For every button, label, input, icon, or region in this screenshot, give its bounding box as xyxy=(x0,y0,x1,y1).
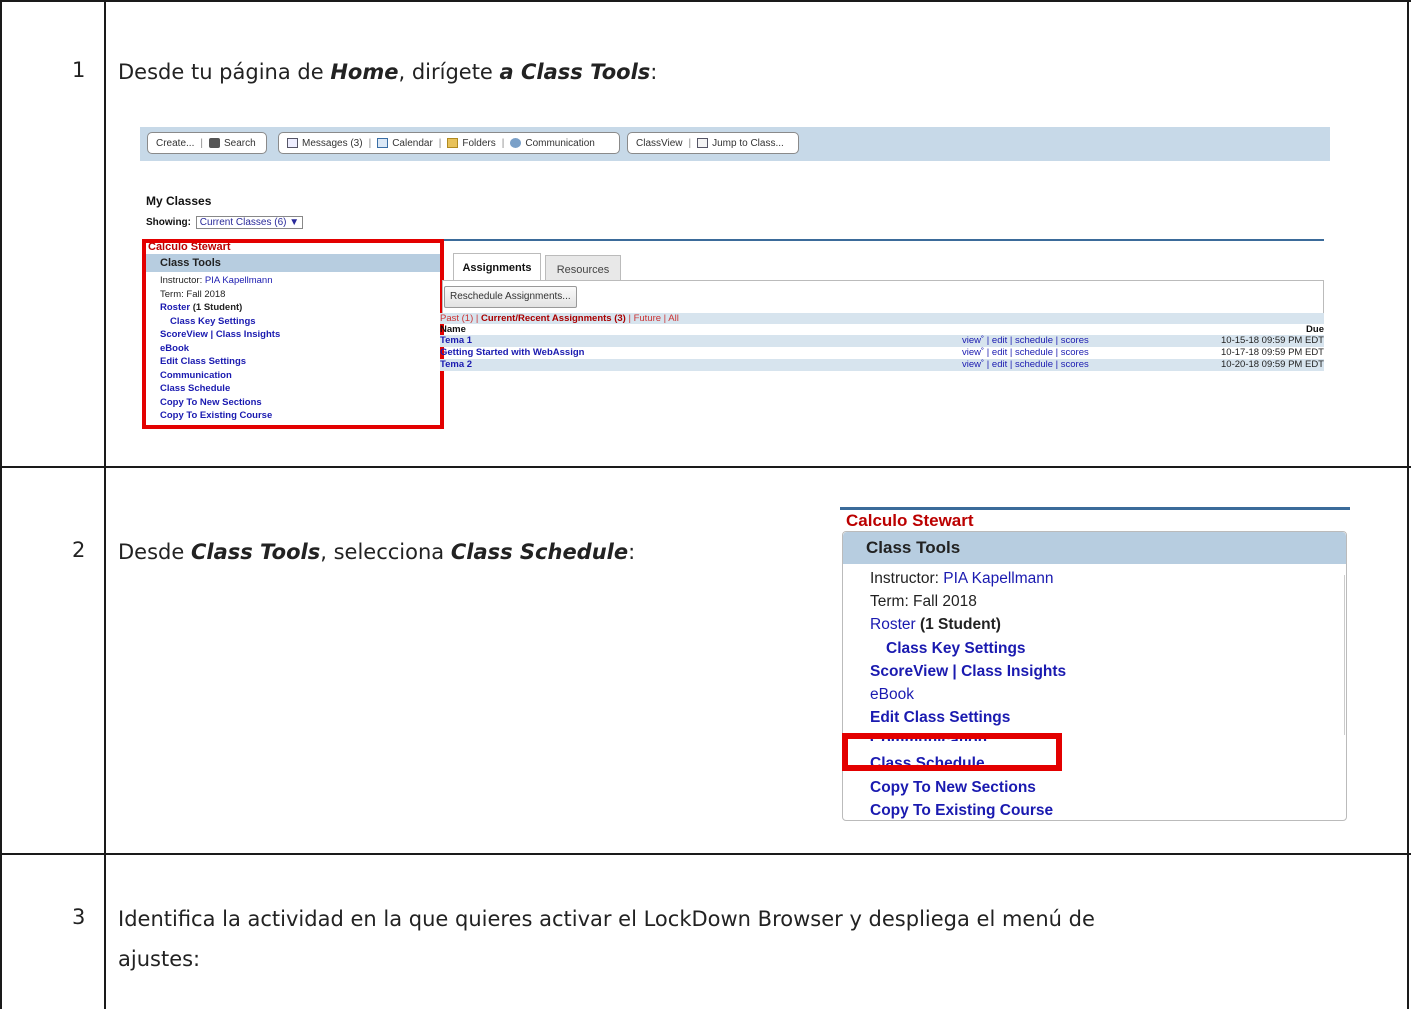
instructor-label: Instructor: xyxy=(870,570,939,587)
assignment-due: 10-20-18 09:59 PM EDT xyxy=(1221,359,1324,370)
table-border-right xyxy=(1407,0,1409,1009)
table-border-top xyxy=(0,0,1411,2)
tab-resources[interactable]: Resources xyxy=(545,255,621,281)
instructor-link[interactable]: PIA Kapellmann xyxy=(943,570,1053,587)
step1-emphasis-class-tools: a Class Tools xyxy=(499,60,651,84)
assignment-due: 10-17-18 09:59 PM EDT xyxy=(1221,347,1324,358)
edit-class-settings-link[interactable]: Edit Class Settings xyxy=(870,706,1066,729)
step3-line1: Identifica la actividad en la que quiere… xyxy=(118,907,1095,931)
step2-emphasis-class-tools: Class Tools xyxy=(190,540,321,564)
highlight-box-class-schedule xyxy=(842,733,1062,771)
step-number-3: 3 xyxy=(72,905,86,929)
step-number-1: 1 xyxy=(72,58,86,82)
roster-link[interactable]: Roster xyxy=(870,616,916,633)
step2-mid: , selecciona xyxy=(320,540,451,564)
highlight-box-class-tools xyxy=(142,239,444,429)
table-column-divider xyxy=(104,0,106,1009)
calendar-button[interactable]: Calendar xyxy=(392,138,433,149)
filter-past[interactable]: Past (1) | xyxy=(440,313,481,324)
step-text-2: Desde Class Tools, selecciona Class Sche… xyxy=(118,532,635,572)
step-text-1: Desde tu página de Home, dirígete a Clas… xyxy=(118,52,657,92)
assignments-header: Name Due xyxy=(440,325,1324,335)
divider xyxy=(1344,575,1345,735)
folder-icon xyxy=(447,138,459,148)
showing-select[interactable]: Current Classes (6) ▼ xyxy=(195,216,304,229)
filter-current[interactable]: Current/Recent Assignments (3) xyxy=(481,313,626,324)
assignment-actions[interactable]: view˚ | edit | schedule | scores xyxy=(962,335,1089,347)
step1-emphasis-home: Home xyxy=(330,60,399,84)
col-name: Name xyxy=(440,324,466,335)
calendar-icon xyxy=(377,138,389,148)
filter-future-all[interactable]: | Future | All xyxy=(626,313,678,324)
step1-post: : xyxy=(650,60,658,84)
step1-pre: Desde tu página de xyxy=(118,60,331,84)
step2-pre: Desde xyxy=(118,540,191,564)
toolbar-group-tools: Messages (3) | Calendar | Folders | Comm… xyxy=(278,132,620,154)
assignment-due: 10-15-18 09:59 PM EDT xyxy=(1221,335,1324,346)
ebook-link[interactable]: eBook xyxy=(870,683,1066,706)
showing-label: Showing: xyxy=(146,217,191,228)
assignment-filter: Past (1) | Current/Recent Assignments (3… xyxy=(440,313,1324,324)
assignment-name[interactable]: Tema 2 xyxy=(440,359,472,371)
showing-row: Showing: Current Classes (6) ▼ xyxy=(146,216,304,229)
class-tools-menu: Instructor: PIA Kapellmann Term: Fall 20… xyxy=(870,567,1066,822)
folders-button[interactable]: Folders xyxy=(462,138,495,149)
class-name[interactable]: Calculo Stewart xyxy=(846,511,974,531)
step-text-3: Identifica la actividad en la que quiere… xyxy=(118,899,1095,979)
step2-emphasis-class-schedule: Class Schedule xyxy=(450,540,629,564)
messages-icon xyxy=(287,138,298,148)
scoreview-link[interactable]: ScoreView | Class Insights xyxy=(870,660,1066,683)
search-icon xyxy=(208,138,220,148)
toolbar: Create... | Search Messages (3) | Calend… xyxy=(140,127,1330,161)
assignment-name[interactable]: Getting Started with WebAssign xyxy=(440,347,584,359)
class-tools-header: Class Tools xyxy=(843,532,1346,564)
my-classes-title: My Classes xyxy=(146,194,212,208)
term-text: Term: Fall 2018 xyxy=(870,593,977,611)
create-button[interactable]: Create... xyxy=(156,138,194,149)
step-number-2: 2 xyxy=(72,538,86,562)
step2-post: : xyxy=(628,540,636,564)
screenshot-class-tools: Calculo Stewart Class Tools Instructor: … xyxy=(840,505,1352,823)
tab-assignments[interactable]: Assignments xyxy=(453,253,541,281)
divider xyxy=(840,507,1350,510)
copy-existing-course-link[interactable]: Copy To Existing Course xyxy=(870,799,1066,822)
step1-mid: , dirígete xyxy=(398,60,500,84)
table-row-divider-2 xyxy=(0,853,1411,855)
assignment-actions[interactable]: view˚ | edit | schedule | scores xyxy=(962,359,1089,371)
communication-icon xyxy=(510,138,522,148)
toolbar-group-create: Create... | Search xyxy=(147,132,267,154)
table-border-left xyxy=(0,0,2,1009)
reschedule-button[interactable]: Reschedule Assignments... xyxy=(444,286,577,308)
messages-button[interactable]: Messages (3) xyxy=(302,138,363,149)
jump-icon xyxy=(697,138,709,148)
jump-to-class-button[interactable]: Jump to Class... xyxy=(712,138,784,149)
toolbar-group-classview: ClassView | Jump to Class... xyxy=(627,132,799,154)
table-row: Tema 2 view˚ | edit | schedule | scores … xyxy=(440,359,1324,371)
screenshot-home: Create... | Search Messages (3) | Calend… xyxy=(140,120,1330,430)
communication-button[interactable]: Communication xyxy=(525,138,594,149)
assignment-actions[interactable]: view˚ | edit | schedule | scores xyxy=(962,347,1089,359)
table-row-divider-1 xyxy=(0,466,1411,468)
col-due: Due xyxy=(1306,324,1324,335)
search-button[interactable]: Search xyxy=(224,138,256,149)
roster-count: (1 Student) xyxy=(919,616,1001,634)
table-row: Getting Started with WebAssign view˚ | e… xyxy=(440,347,1324,359)
assignment-name[interactable]: Tema 1 xyxy=(440,335,472,347)
class-key-settings-link[interactable]: Class Key Settings xyxy=(870,637,1066,660)
classview-button[interactable]: ClassView xyxy=(636,138,683,149)
table-row: Tema 1 view˚ | edit | schedule | scores … xyxy=(440,335,1324,347)
step3-line2: ajustes: xyxy=(118,947,201,971)
copy-new-sections-link[interactable]: Copy To New Sections xyxy=(870,776,1066,799)
